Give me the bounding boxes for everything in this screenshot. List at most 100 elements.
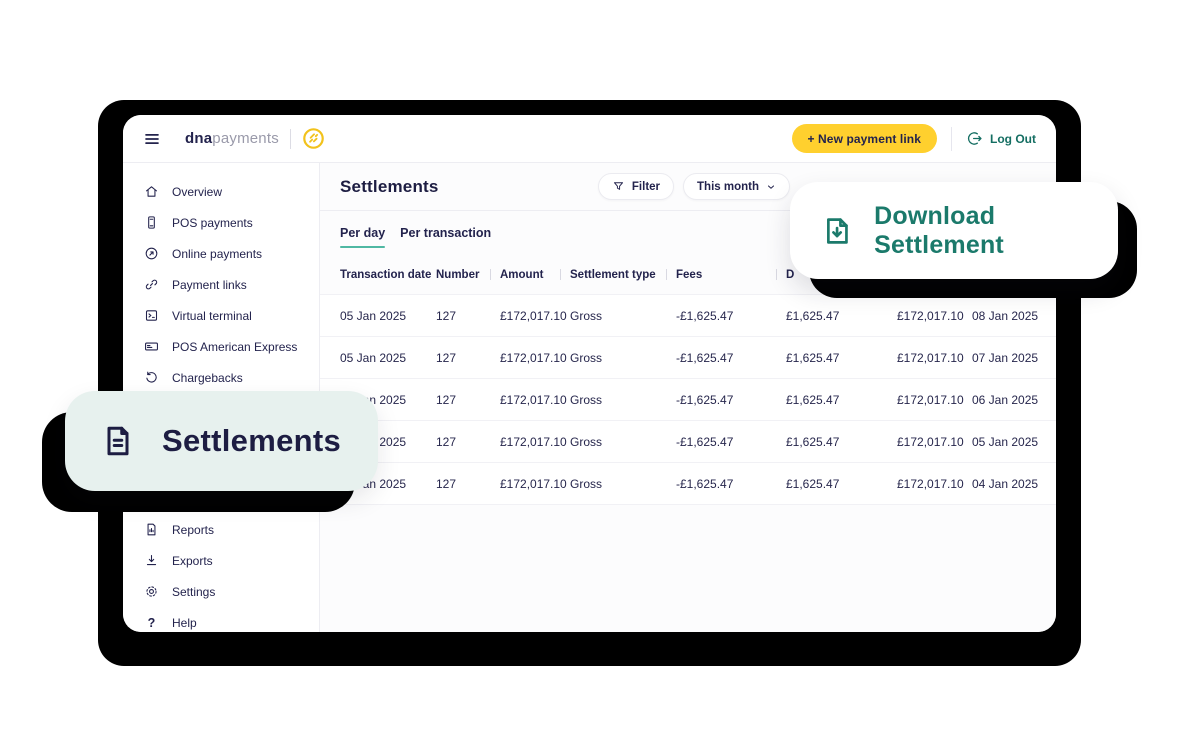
pos-terminal-icon bbox=[144, 215, 159, 230]
cell-net-amount: £172,017.10 bbox=[897, 309, 972, 323]
cell-deductions: £1,625.47 bbox=[786, 477, 897, 491]
cell-amount: £172,017.10 bbox=[500, 351, 570, 365]
header-separator bbox=[560, 269, 561, 280]
gear-icon bbox=[144, 584, 159, 599]
brand-light: payments bbox=[212, 130, 279, 147]
terminal-icon bbox=[144, 308, 159, 323]
sidebar-item-pos-payments[interactable]: POS payments bbox=[123, 207, 319, 238]
card-icon bbox=[144, 339, 159, 354]
sidebar-item-reports[interactable]: Reports bbox=[123, 514, 319, 545]
sidebar-item-payment-links[interactable]: Payment links bbox=[123, 269, 319, 300]
download-settlement-callout[interactable]: Download Settlement bbox=[790, 182, 1118, 279]
sidebar-item-label: Virtual terminal bbox=[172, 309, 252, 323]
table-row[interactable]: 05 Jan 2025 127 £172,017.10 Gross -£1,62… bbox=[320, 379, 1056, 421]
cell-fees: -£1,625.47 bbox=[676, 435, 786, 449]
column-header: Number bbox=[436, 255, 500, 294]
cell-deductions: £1,625.47 bbox=[786, 351, 897, 365]
page: dnapayments + New payment link Log Out bbox=[0, 0, 1180, 748]
page-title: Settlements bbox=[340, 177, 439, 197]
cell-amount: £172,017.10 bbox=[500, 477, 570, 491]
sidebar-item-overview[interactable]: Overview bbox=[123, 176, 319, 207]
cell-settlement-date: 05 Jan 2025 bbox=[972, 435, 1038, 449]
table-row[interactable]: 05 Jan 2025 127 £172,017.10 Gross -£1,62… bbox=[320, 421, 1056, 463]
column-header: Settlement type bbox=[570, 255, 676, 294]
refund-arrow-icon bbox=[144, 370, 159, 385]
settlements-callout[interactable]: Settlements bbox=[65, 391, 378, 491]
cell-fees: -£1,625.47 bbox=[676, 393, 786, 407]
cell-settlement-date: 07 Jan 2025 bbox=[972, 351, 1038, 365]
logout-icon bbox=[966, 130, 983, 147]
sidebar-item-help[interactable]: ? Help bbox=[123, 607, 319, 632]
cell-net-amount: £172,017.10 bbox=[897, 435, 972, 449]
table-row[interactable]: 05 Jan 2025 127 £172,017.10 Gross -£1,62… bbox=[320, 337, 1056, 379]
table-row[interactable]: 05 Jan 2025 127 £172,017.10 Gross -£1,62… bbox=[320, 463, 1056, 505]
cell-number: 127 bbox=[436, 477, 500, 491]
globe-icon bbox=[144, 246, 159, 261]
cell-transaction-date: 05 Jan 2025 bbox=[340, 351, 436, 365]
column-header: Amount bbox=[500, 255, 570, 294]
cell-transaction-date: 05 Jan 2025 bbox=[340, 309, 436, 323]
table-row[interactable]: 05 Jan 2025 127 £172,017.10 Gross -£1,62… bbox=[320, 295, 1056, 337]
cell-deductions: £1,625.47 bbox=[786, 309, 897, 323]
cell-settlement-type: Gross bbox=[570, 477, 676, 491]
sidebar-item-online-payments[interactable]: Online payments bbox=[123, 238, 319, 269]
brand-mark-icon bbox=[302, 127, 325, 150]
column-header: Fees bbox=[676, 255, 786, 294]
sidebar-item-chargebacks[interactable]: Chargebacks bbox=[123, 362, 319, 393]
header-separator bbox=[776, 269, 777, 280]
sidebar-item-label: Help bbox=[172, 616, 197, 630]
cell-deductions: £1,625.47 bbox=[786, 393, 897, 407]
sidebar-item-virtual-terminal[interactable]: Virtual terminal bbox=[123, 300, 319, 331]
sidebar-item-label: Payment links bbox=[172, 278, 247, 292]
filter-button[interactable]: Filter bbox=[598, 173, 674, 200]
question-icon: ? bbox=[144, 616, 159, 630]
chevron-down-icon bbox=[766, 182, 776, 192]
funnel-icon bbox=[612, 180, 625, 193]
report-doc-icon bbox=[144, 522, 159, 537]
cell-amount: £172,017.10 bbox=[500, 435, 570, 449]
sidebar-item-label: POS American Express bbox=[172, 340, 297, 354]
header-actions: Filter This month bbox=[598, 173, 790, 200]
file-download-icon bbox=[821, 214, 853, 248]
tab-per-day[interactable]: Per day bbox=[340, 211, 385, 255]
top-bar: dnapayments + New payment link Log Out bbox=[123, 115, 1056, 163]
header-separator bbox=[666, 269, 667, 280]
cell-number: 127 bbox=[436, 351, 500, 365]
sidebar-item-pos-american-express[interactable]: POS American Express bbox=[123, 331, 319, 362]
filter-label: Filter bbox=[632, 181, 660, 193]
cell-amount: £172,017.10 bbox=[500, 393, 570, 407]
cell-settlement-type: Gross bbox=[570, 351, 676, 365]
sidebar-item-label: Reports bbox=[172, 523, 214, 537]
sidebar-item-label: Settings bbox=[172, 585, 215, 599]
period-selected-value: This month bbox=[697, 181, 759, 193]
link-icon bbox=[144, 277, 159, 292]
logout-button[interactable]: Log Out bbox=[966, 130, 1036, 147]
tab-per-transaction[interactable]: Per transaction bbox=[400, 211, 491, 255]
document-icon bbox=[100, 423, 136, 459]
download-icon bbox=[144, 553, 159, 568]
sidebar-item-label: Overview bbox=[172, 185, 222, 199]
cell-net-amount: £172,017.10 bbox=[897, 477, 972, 491]
sidebar-item-exports[interactable]: Exports bbox=[123, 545, 319, 576]
cell-deductions: £1,625.47 bbox=[786, 435, 897, 449]
home-icon bbox=[144, 184, 159, 199]
period-dropdown[interactable]: This month bbox=[683, 173, 790, 200]
cell-fees: -£1,625.47 bbox=[676, 477, 786, 491]
download-callout-label: Download Settlement bbox=[874, 202, 1118, 260]
cell-settlement-type: Gross bbox=[570, 435, 676, 449]
cell-fees: -£1,625.47 bbox=[676, 309, 786, 323]
sidebar-item-settings[interactable]: Settings bbox=[123, 576, 319, 607]
new-payment-link-button[interactable]: + New payment link bbox=[792, 124, 938, 153]
cell-number: 127 bbox=[436, 309, 500, 323]
sidebar-item-label: Exports bbox=[172, 554, 213, 568]
cell-net-amount: £172,017.10 bbox=[897, 393, 972, 407]
cell-settlement-type: Gross bbox=[570, 309, 676, 323]
hamburger-menu-icon[interactable] bbox=[143, 130, 161, 148]
cell-settlement-date: 08 Jan 2025 bbox=[972, 309, 1038, 323]
header-separator bbox=[490, 269, 491, 280]
column-header: Transaction date bbox=[340, 255, 436, 294]
topbar-divider bbox=[951, 127, 952, 151]
cell-settlement-date: 06 Jan 2025 bbox=[972, 393, 1038, 407]
sidebar-item-label: POS payments bbox=[172, 216, 253, 230]
cell-fees: -£1,625.47 bbox=[676, 351, 786, 365]
